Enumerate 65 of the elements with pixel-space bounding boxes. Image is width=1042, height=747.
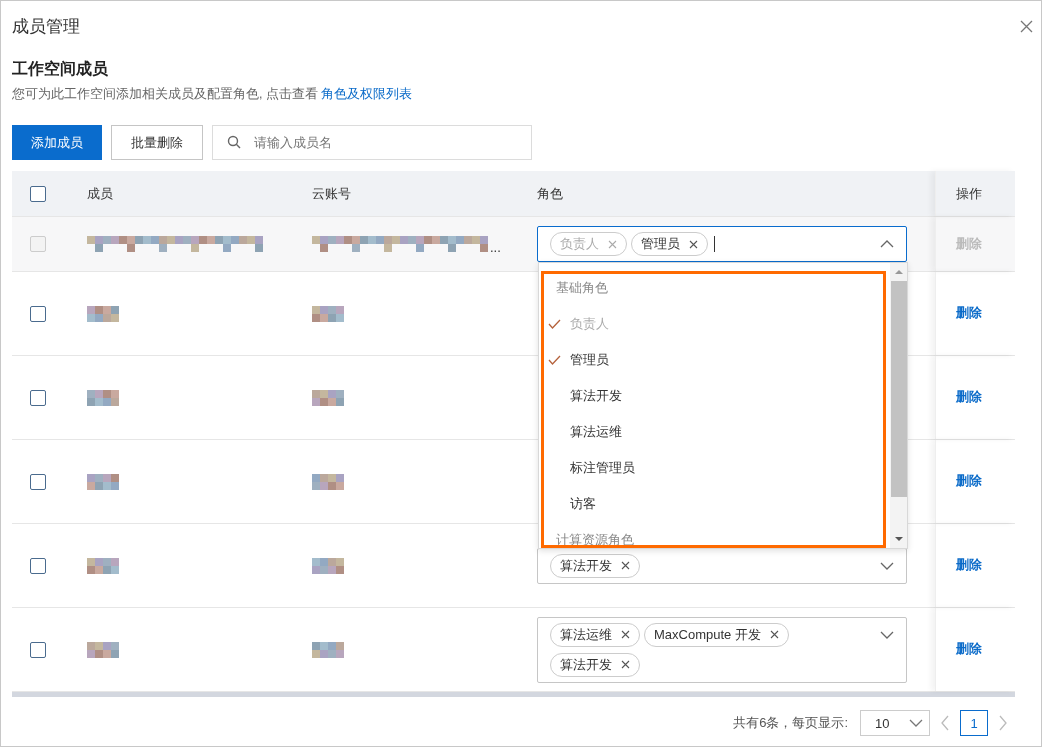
role-option[interactable]: 管理员 (539, 342, 890, 378)
role-tag-label: 算法开发 (560, 655, 612, 674)
search-field[interactable]: 请输入成员名 (212, 125, 532, 160)
caret-icon (909, 719, 923, 727)
pixelated-account-drawing (312, 305, 344, 322)
batch-delete-button[interactable]: 批量删除 (111, 125, 203, 160)
pixelated-name-drawing (87, 305, 119, 322)
column-header: 操作 (956, 184, 982, 203)
role-tag-label: 算法开发 (560, 556, 612, 575)
page-size-select[interactable]: 10 (860, 710, 930, 736)
pixelated-account-drawing (312, 641, 344, 658)
role-option[interactable]: 标注管理员 (539, 450, 890, 486)
dialog-title: 成员管理 (12, 15, 80, 38)
row-checkbox[interactable] (30, 641, 46, 658)
caret-icon (880, 630, 894, 639)
select-all-checkbox[interactable] (30, 185, 46, 202)
pagination-summary: 共有6条，每页显示: (733, 714, 848, 732)
check-icon (548, 319, 561, 329)
scroll-up-icon[interactable] (893, 269, 904, 275)
pixelated-account-drawing (312, 389, 344, 406)
role-select[interactable]: 算法开发 (537, 547, 907, 584)
role-tag-label: 负责人 (560, 235, 599, 253)
pixelated-name-drawing (87, 473, 119, 490)
ellipsis-text: ... (490, 239, 501, 255)
delete-link[interactable]: 删除 (956, 557, 982, 574)
column-header: 成员 (87, 184, 113, 203)
role-tag-label: 算法运维 (560, 625, 612, 644)
group-label: 基础角色 (555, 279, 609, 297)
pixelated-account-drawing (312, 557, 344, 574)
role-tag-label: MaxCompute 开发 (654, 625, 761, 644)
section-description: 您可为此工作空间添加相关成员及配置角色, 点击查看 角色及权限列表 (12, 86, 414, 103)
pixelated-name-drawing (87, 557, 119, 574)
role-option[interactable]: 算法开发 (539, 378, 890, 414)
role-option[interactable]: 算法运维 (539, 414, 890, 450)
add-member-button[interactable]: 添加成员 (12, 125, 102, 160)
column-header: 角色 (537, 184, 563, 203)
row-checkbox[interactable] (30, 389, 46, 406)
role-option[interactable]: 访客 (539, 486, 890, 522)
pixelated-name-drawing (87, 641, 119, 658)
row-checkbox[interactable] (30, 305, 46, 322)
remove-icon[interactable] (621, 561, 630, 570)
scroll-down-icon[interactable] (893, 536, 904, 542)
remove-icon[interactable] (769, 630, 779, 639)
delete-link[interactable]: 删除 (956, 389, 982, 406)
pixelated-account-drawing (312, 473, 344, 490)
role-tag-label: 管理员 (641, 235, 680, 253)
delete-link[interactable]: 删除 (956, 641, 982, 658)
pixelated-name-drawing (87, 389, 119, 406)
role-select[interactable]: 算法运维 MaxCompute 开发 算法开发 (537, 616, 907, 683)
row-checkbox[interactable] (30, 473, 46, 490)
column-header: 云账号 (312, 184, 351, 203)
section-title: 工作空间成员 (12, 59, 109, 79)
remove-icon[interactable] (621, 630, 630, 639)
row-checkbox[interactable] (30, 557, 46, 574)
close-icon[interactable] (1020, 19, 1033, 33)
remove-icon[interactable] (621, 660, 630, 669)
delete-link[interactable]: 删除 (956, 305, 982, 322)
caret-icon (880, 240, 894, 248)
check-icon (548, 355, 561, 365)
delete-link[interactable]: 删除 (956, 473, 982, 490)
page-button[interactable]: 1 (960, 710, 988, 736)
caret-icon (880, 561, 894, 570)
scrollbar[interactable] (890, 263, 907, 548)
search-icon (227, 135, 241, 149)
roles-permissions-link[interactable]: 角色及权限列表 (321, 87, 413, 101)
